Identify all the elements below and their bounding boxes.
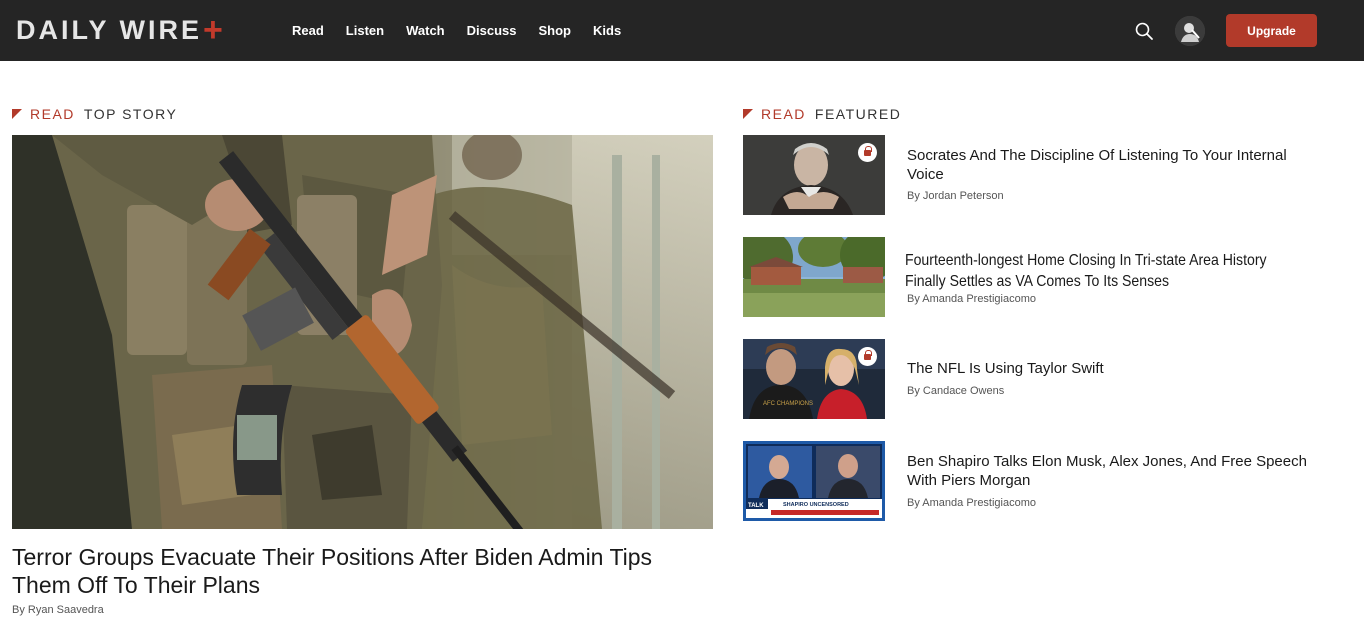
account-icon[interactable]: [1175, 16, 1205, 46]
featured-byline-1[interactable]: By Jordan Peterson: [907, 190, 1004, 202]
featured-headline-2[interactable]: Fourteenth-longest Home Closing In Tri-s…: [905, 250, 1292, 292]
top-story-byline[interactable]: By Ryan Saavedra: [12, 604, 104, 616]
featured-headline-1[interactable]: Socrates And The Discipline Of Listening…: [907, 146, 1317, 184]
featured-byline-4[interactable]: By Amanda Prestigiacomo: [907, 497, 1036, 509]
section-flag-icon: [12, 109, 22, 119]
nav-read[interactable]: Read: [292, 23, 324, 38]
section-flag-icon: [743, 109, 753, 119]
section-read-label: READ: [761, 106, 806, 122]
featured-thumbnail-2[interactable]: [743, 237, 885, 317]
top-navigation-bar: DAILY WIRE + Read Listen Watch Discuss S…: [0, 0, 1364, 61]
logo-text: DAILY WIRE: [16, 14, 203, 45]
chiefs-shirt-text: AFC CHAMPIONS: [763, 401, 813, 407]
nav-shop[interactable]: Shop: [539, 23, 572, 38]
featured-headline-3[interactable]: The NFL Is Using Taylor Swift: [907, 359, 1317, 378]
nav-discuss[interactable]: Discuss: [467, 23, 517, 38]
premium-lock-icon: [858, 143, 877, 162]
tv-banner-text: SHAPIRO UNCENSORED: [783, 502, 849, 508]
premium-lock-icon: [858, 347, 877, 366]
featured-thumbnail-4[interactable]: TALK SHAPIRO UNCENSORED: [743, 441, 885, 521]
section-read-label: READ: [30, 106, 75, 122]
featured-thumbnail-3[interactable]: AFC CHAMPIONS: [743, 339, 885, 419]
search-icon[interactable]: [1134, 21, 1154, 41]
daily-wire-logo[interactable]: DAILY WIRE +: [16, 10, 223, 49]
nav-listen[interactable]: Listen: [346, 23, 384, 38]
nav-kids[interactable]: Kids: [593, 23, 621, 38]
logo-plus: +: [203, 10, 223, 49]
featured-byline-3[interactable]: By Candace Owens: [907, 385, 1004, 397]
featured-section-label: READ FEATURED: [743, 106, 901, 122]
top-story-section-label: READ TOP STORY: [12, 106, 177, 122]
tv-logo-text: TALK: [748, 503, 764, 509]
featured-headline-4[interactable]: Ben Shapiro Talks Elon Musk, Alex Jones,…: [907, 452, 1317, 490]
nav-watch[interactable]: Watch: [406, 23, 445, 38]
featured-byline-2[interactable]: By Amanda Prestigiacomo: [907, 293, 1036, 305]
section-name-label: FEATURED: [814, 106, 902, 122]
top-story-image[interactable]: [12, 135, 713, 529]
upgrade-button[interactable]: Upgrade: [1226, 14, 1317, 47]
top-story-headline[interactable]: Terror Groups Evacuate Their Positions A…: [12, 543, 713, 599]
section-name-label: TOP STORY: [83, 106, 178, 122]
main-nav: Read Listen Watch Discuss Shop Kids: [292, 0, 643, 61]
featured-thumbnail-1[interactable]: [743, 135, 885, 215]
